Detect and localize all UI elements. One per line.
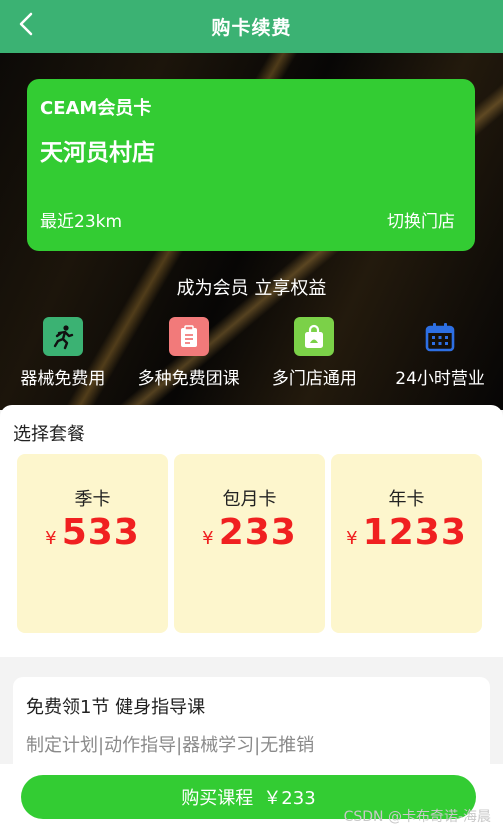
plan-section: 选择套餐 季卡 ¥ 533 包月卡 ¥ 233 年卡 ¥ 1233	[0, 405, 503, 657]
membership-card: CEAM会员卡 天河员村店 最近23km 切换门店	[27, 79, 475, 251]
feature-item: 器械免费用	[0, 317, 126, 389]
back-chevron-icon	[19, 12, 33, 36]
currency-symbol: ¥	[45, 528, 57, 549]
card-distance: 最近23km	[40, 212, 123, 232]
plan-section-title: 选择套餐	[13, 424, 85, 445]
feature-label: 24小时营业	[395, 369, 485, 389]
card-brand: CEAM会员卡	[40, 98, 152, 119]
watermark: CSDN @卡布奇诺-海晨	[343, 809, 491, 825]
feature-list: 器械免费用 多种免费团课 多门店通用 24小时营业	[0, 317, 503, 389]
plan-price: ¥ 533	[17, 512, 168, 553]
plan-name: 包月卡	[222, 489, 277, 510]
feature-item: 多种免费团课	[126, 317, 252, 389]
plan-name: 季卡	[74, 489, 111, 510]
course-subtitle: 制定计划|动作指导|器械学习|无推销	[26, 735, 315, 756]
shopping-bag-icon	[294, 317, 335, 356]
feature-item: 24小时营业	[377, 317, 503, 389]
plan-card-quarterly[interactable]: 季卡 ¥ 533	[17, 454, 168, 633]
currency-symbol: ¥	[346, 528, 358, 549]
feature-label: 多门店通用	[271, 369, 357, 389]
header-bar: 购卡续费	[0, 0, 503, 53]
plan-price: ¥ 233	[174, 512, 325, 553]
feature-item: 多门店通用	[252, 317, 378, 389]
hero-banner: CEAM会员卡 天河员村店 最近23km 切换门店 成为会员 立享权益 器械免费…	[0, 53, 503, 410]
buy-price: ￥233	[263, 788, 316, 809]
currency-symbol: ¥	[202, 528, 214, 549]
plan-card-monthly[interactable]: 包月卡 ¥ 233	[174, 454, 325, 633]
page-title: 购卡续费	[211, 17, 292, 39]
running-icon	[42, 317, 83, 356]
free-course-card[interactable]: 免费领1节 健身指导课 制定计划|动作指导|器械学习|无推销	[13, 677, 490, 777]
clipboard-icon	[168, 317, 209, 356]
back-button[interactable]	[14, 10, 38, 38]
card-store-name: 天河员村店	[40, 140, 155, 166]
price-value: 1233	[362, 512, 467, 553]
page: 购卡续费 CEAM会员卡 天河员村店 最近23km 切换门店 成为会员 立享权益…	[0, 0, 503, 836]
course-title: 免费领1节 健身指导课	[26, 697, 206, 718]
feature-label: 多种免费团课	[137, 369, 240, 389]
buy-label: 购买课程	[181, 788, 254, 809]
price-value: 233	[218, 512, 297, 553]
feature-label: 器械免费用	[20, 369, 106, 389]
plan-name: 年卡	[388, 489, 425, 510]
member-tagline: 成为会员 立享权益	[176, 278, 327, 299]
plan-card-yearly[interactable]: 年卡 ¥ 1233	[331, 454, 482, 633]
price-value: 533	[61, 512, 140, 553]
calendar-icon	[420, 317, 460, 356]
plan-price: ¥ 1233	[331, 512, 482, 553]
switch-store-link[interactable]: 切换门店	[387, 207, 455, 232]
